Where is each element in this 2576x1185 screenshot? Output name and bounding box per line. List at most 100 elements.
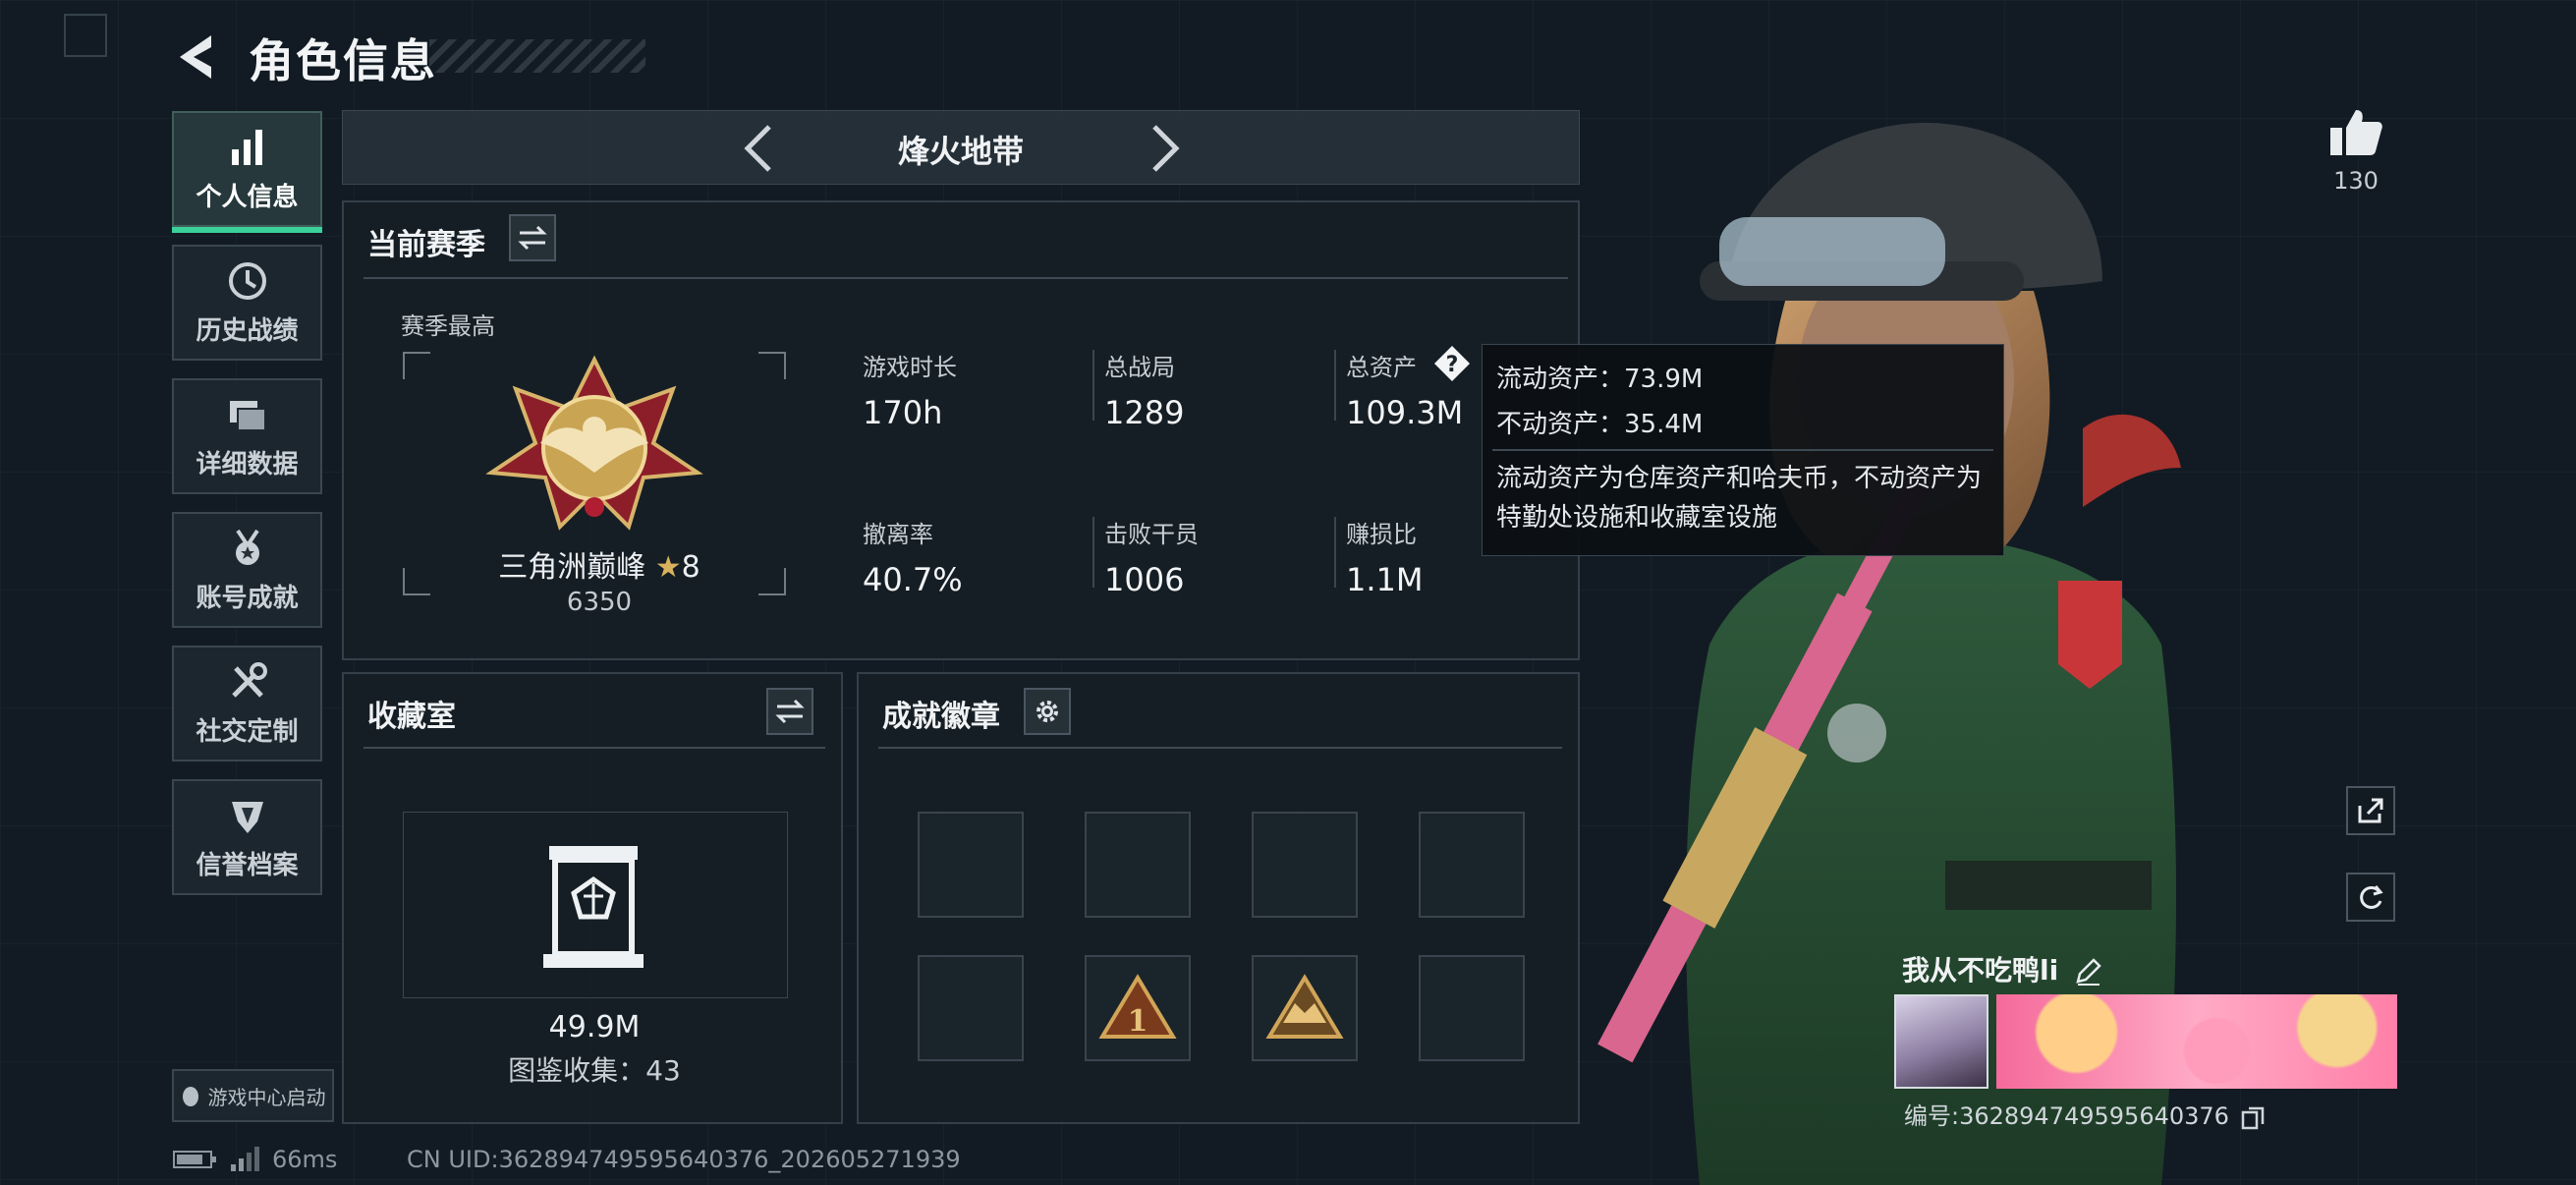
share-icon [2358,798,2383,823]
badge-slot[interactable] [1252,812,1358,918]
season-swap-button[interactable] [509,214,556,261]
sidebar-item-label: 账号成就 [196,583,299,613]
swap-arrows-icon [775,699,805,724]
sidebar-item-label: 历史战绩 [196,315,299,346]
rank-name-text: 三角洲巅峰 [498,550,646,585]
rank-name: 三角洲巅峰 ★8 [344,542,855,586]
corner-decoration [64,14,107,57]
rank-emblem-icon [485,355,703,531]
game-center-launch-button[interactable]: 游戏中心启动 [172,1069,334,1122]
copy-icon[interactable] [2241,1104,2265,1130]
collection-showcase[interactable] [403,812,788,998]
mode-name: 烽火地带 [897,133,1024,170]
signal-icon [231,1147,259,1171]
profile-banner[interactable] [1996,994,2397,1089]
launch-label: 游戏中心启动 [207,1085,326,1109]
like-count: 130 [2333,167,2379,195]
stack-icon [229,400,266,431]
stat-value: 1.1M [1346,561,1424,598]
stat-extract-rate: 撤离率 40.7% [863,515,963,598]
stat-label: 击败干员 [1104,521,1199,548]
sidebar-item-label: 信誉档案 [196,850,299,880]
badge-slot[interactable]: 1 [1085,955,1191,1061]
uid-label: CN UID:362894749595640376_202605271939 [407,1146,961,1173]
stat-value: 1289 [1104,394,1185,431]
page-title: 角色信息 [249,34,437,87]
sidebar-item-label: 详细数据 [196,449,299,480]
medal-icon [235,529,259,565]
next-mode-arrow-icon[interactable] [1139,121,1188,176]
player-id: 编号:362894749595640376 [1904,1097,2265,1131]
badge-1-icon: 1 [1098,974,1177,1039]
divider [1492,449,1993,451]
sidebar-item-achievements[interactable]: 账号成就 [172,512,322,628]
like-widget[interactable]: 130 [2326,106,2385,195]
stat-divider [1334,350,1336,421]
back-arrow-icon[interactable] [172,29,219,85]
divider [364,747,825,749]
star-icon: ★ [654,550,682,585]
collection-value: 49.9M [548,1010,641,1044]
sidebar-item-reputation[interactable]: 信誉档案 [172,779,322,895]
tooltip-liquid: 流动资产：73.9M [1496,365,1704,394]
tooltip-fixed: 不动资产：35.4M [1496,410,1704,439]
ping: 66ms [272,1146,338,1173]
display-case-icon [543,846,644,968]
avatar[interactable] [1894,994,1988,1089]
player-name: 我从不吃鸭li [1902,949,2101,988]
season-title: 当前赛季 [367,228,485,262]
collection-swap-button[interactable] [766,688,813,735]
stat-label: 总战局 [1104,354,1175,381]
stat-value: 170h [863,394,943,431]
stat-profit-loss: 赚损比 1.1M [1346,515,1424,598]
badge-slot[interactable] [1252,955,1358,1061]
badge-slot[interactable] [918,955,1024,1061]
badge-slot[interactable] [1085,812,1191,918]
season-best-label: 赛季最高 [401,312,495,340]
stat-value: 109.3M [1346,394,1464,431]
badges-settings-button[interactable] [1024,688,1071,735]
divider [364,277,1568,279]
share-button[interactable] [2346,786,2395,835]
stat-play-time: 游戏时长 170h [863,348,957,431]
stat-divider [1092,517,1094,588]
tooltip-description: 流动资产为仓库资产和哈夫币，不动资产为特勤处设施和收藏室设施 [1496,464,1983,533]
rank-score: 6350 [566,588,633,617]
penguin-icon [182,1087,198,1106]
sidebar: 个人信息 历史战绩 详细数据 账号成就 社交定制 信誉档案 [172,111,324,913]
badge-slot[interactable] [918,812,1024,918]
stat-total-matches: 总战局 1289 [1104,348,1184,431]
thumbs-up-icon[interactable] [2328,106,2383,157]
sidebar-item-detailed-data[interactable]: 详细数据 [172,378,322,494]
sidebar-item-label: 个人信息 [196,182,299,212]
gear-icon [1036,701,1058,722]
badge-eagle-icon [1265,974,1344,1039]
clock-icon [228,261,266,300]
swap-arrows-icon [518,225,547,251]
refresh-button[interactable] [2346,873,2395,922]
sidebar-item-label: 社交定制 [196,716,299,747]
sidebar-item-social-custom[interactable]: 社交定制 [172,646,322,762]
badge-slot[interactable] [1419,812,1525,918]
svg-text:?: ? [1446,353,1459,377]
bar-chart-icon [231,129,262,165]
edit-pencil-icon[interactable] [2074,958,2101,986]
current-season-panel: 当前赛季 赛季最高 三角洲巅峰 ★8 6350 游戏时长 170h 总战局 12… [342,200,1580,660]
stat-operators-defeated: 击败干员 1006 [1104,515,1199,598]
battery-icon [173,1151,216,1168]
status-bar: 66ms [172,1146,337,1173]
assets-tooltip: 流动资产：73.9M 不动资产：35.4M 流动资产为仓库资产和哈夫币，不动资产… [1482,344,2004,556]
rank-stars: 8 [681,550,700,585]
tools-icon [231,661,267,698]
stat-label: 赚损比 [1346,521,1417,548]
stat-divider [1092,350,1094,421]
badges-title: 成就徽章 [882,700,1000,734]
collection-room-panel: 收藏室 49.9M 图鉴收集：43 [342,672,843,1124]
sidebar-item-personal-info[interactable]: 个人信息 [172,111,322,233]
sidebar-item-match-history[interactable]: 历史战绩 [172,245,322,361]
mode-switcher: 烽火地带 [342,110,1580,185]
collection-title: 收藏室 [367,700,456,734]
help-icon[interactable]: ? [1432,344,1472,383]
badge-slot[interactable] [1419,955,1525,1061]
title-decoration [429,39,645,73]
